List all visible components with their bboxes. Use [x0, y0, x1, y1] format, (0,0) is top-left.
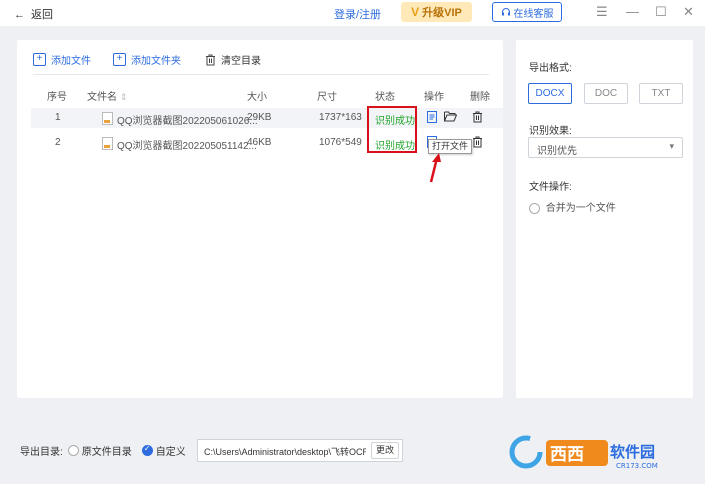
- view-document-icon[interactable]: [427, 111, 437, 126]
- original-dir-label[interactable]: 原文件目录: [82, 443, 132, 458]
- trash-icon: [206, 54, 215, 65]
- row-size: 29KB: [247, 112, 272, 123]
- recognition-value: 识别优先: [537, 146, 577, 157]
- row-index: 2: [55, 137, 61, 148]
- table-row[interactable]: 1 QQ浏览器截图202205061026... 29KB 1737*163 识…: [31, 108, 503, 128]
- settings-panel: 导出格式: DOCX DOC TXT 识别效果: 识别优先 ▾ 文件操作: 合并…: [516, 40, 693, 398]
- close-icon[interactable]: ✕: [683, 4, 694, 20]
- svg-text:软件园: 软件园: [610, 443, 655, 461]
- red-arrow-icon: [429, 153, 441, 183]
- chevron-down-icon: ▾: [669, 141, 674, 151]
- col-filename[interactable]: 文件名 ⇕: [87, 88, 127, 103]
- back-arrow-icon: ←: [14, 9, 25, 21]
- site-watermark-logo: 西西 软件园 CR173.COM: [506, 432, 696, 472]
- delete-icon[interactable]: [472, 111, 483, 126]
- col-filename-label: 文件名: [87, 92, 117, 103]
- row-dims: 1737*163: [319, 112, 362, 123]
- clear-list-button[interactable]: 清空目录: [205, 52, 261, 67]
- status-highlight-box: [367, 106, 417, 153]
- row-dims: 1076*549: [319, 137, 362, 148]
- format-txt-button[interactable]: TXT: [639, 83, 683, 104]
- add-folder-icon: +: [113, 53, 126, 66]
- output-path-text: C:\Users\Administrator\desktop\飞转OCR\: [204, 447, 366, 457]
- original-dir-radio[interactable]: [67, 445, 79, 456]
- vip-icon: V: [411, 5, 420, 19]
- menu-icon[interactable]: ☰: [596, 4, 608, 20]
- toolbar-divider: [33, 74, 489, 75]
- col-dims: 尺寸: [317, 92, 337, 103]
- svg-text:西西: 西西: [550, 445, 584, 465]
- image-file-icon: [102, 112, 113, 125]
- svg-text:CR173.COM: CR173.COM: [616, 462, 658, 470]
- title-bar: ← 返回 登录/注册 V 升级VIP 在线客服 ☰ — ☐ ✕: [0, 0, 705, 26]
- merge-label: 合并为一个文件: [545, 203, 616, 214]
- format-doc-button[interactable]: DOC: [584, 83, 628, 104]
- row-size: 46KB: [247, 137, 272, 148]
- back-button[interactable]: ← 返回: [14, 6, 53, 22]
- vip-label: 升级VIP: [422, 7, 462, 19]
- change-path-button[interactable]: 更改: [371, 442, 399, 459]
- row-index: 1: [55, 112, 61, 123]
- recognition-label: 识别效果:: [529, 126, 572, 137]
- upgrade-vip-button[interactable]: V 升级VIP: [401, 2, 472, 22]
- format-docx-button[interactable]: DOCX: [528, 83, 572, 104]
- recognition-select[interactable]: 识别优先 ▾: [528, 137, 683, 158]
- output-dir-row: 导出目录: 原文件目录 自定义: [20, 443, 186, 458]
- col-size: 大小: [247, 92, 267, 103]
- add-file-icon: +: [33, 53, 46, 66]
- delete-icon[interactable]: [472, 136, 483, 151]
- add-folder-button[interactable]: + 添加文件夹: [113, 52, 181, 67]
- minimize-icon[interactable]: —: [626, 4, 639, 19]
- output-path-field[interactable]: C:\Users\Administrator\desktop\飞转OCR\ 更改: [197, 439, 403, 462]
- clear-list-label: 清空目录: [221, 56, 261, 67]
- online-service-button[interactable]: 在线客服: [492, 2, 562, 22]
- add-file-button[interactable]: + 添加文件: [33, 52, 91, 67]
- maximize-icon[interactable]: ☐: [655, 4, 667, 20]
- custom-dir-radio[interactable]: [141, 444, 153, 456]
- export-format-label: 导出格式:: [529, 63, 572, 74]
- open-folder-icon[interactable]: [444, 111, 458, 125]
- col-delete: 删除: [470, 92, 490, 103]
- file-list-panel: + 添加文件 + 添加文件夹 清空目录 序号 文件名 ⇕ 大小 尺寸 状态 操作 删…: [17, 40, 503, 398]
- login-register-link[interactable]: 登录/注册: [334, 6, 381, 22]
- service-label: 在线客服: [513, 8, 554, 20]
- add-folder-label: 添加文件夹: [131, 56, 181, 67]
- add-file-label: 添加文件: [51, 56, 91, 67]
- merge-option[interactable]: 合并为一个文件: [529, 199, 616, 214]
- output-dir-label: 导出目录:: [20, 447, 63, 458]
- row-filename: QQ浏览器截图202205051142...: [117, 141, 257, 152]
- back-label: 返回: [31, 9, 53, 21]
- file-ops-label: 文件操作:: [529, 182, 572, 193]
- custom-dir-label[interactable]: 自定义: [156, 443, 186, 458]
- image-file-icon: [102, 137, 113, 150]
- sort-icon: ⇕: [119, 92, 128, 102]
- col-index: 序号: [47, 92, 67, 103]
- col-status: 状态: [375, 92, 395, 103]
- merge-radio[interactable]: [529, 202, 540, 214]
- col-action: 操作: [424, 92, 444, 103]
- headset-icon: [501, 8, 510, 16]
- row-filename: QQ浏览器截图202205061026...: [117, 116, 258, 127]
